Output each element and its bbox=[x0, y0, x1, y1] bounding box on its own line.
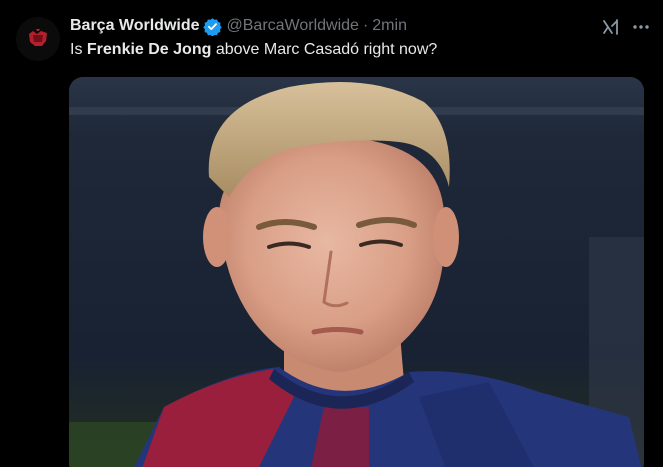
tweet-meta: @BarcaWorldwide · 2min bbox=[227, 17, 407, 35]
grok-icon bbox=[603, 19, 618, 35]
barca-logo-icon bbox=[16, 17, 60, 61]
more-dots-icon bbox=[633, 25, 649, 29]
tweet-header: Barça Worldwide @BarcaWorldwide · 2min bbox=[70, 15, 407, 37]
display-name[interactable]: Barça Worldwide bbox=[70, 17, 200, 35]
tweet-media-image[interactable] bbox=[69, 77, 644, 467]
tweet-text-suffix: above Marc Casadó right now? bbox=[211, 41, 438, 58]
tweet-text: Is Frenkie De Jong above Marc Casadó rig… bbox=[70, 41, 437, 59]
player-photo bbox=[69, 77, 644, 467]
handle[interactable]: @BarcaWorldwide bbox=[227, 17, 359, 34]
tweet-card[interactable]: Barça Worldwide @BarcaWorldwide · 2min Is … bbox=[0, 0, 663, 467]
separator: · bbox=[362, 17, 369, 34]
timestamp[interactable]: 2min bbox=[372, 17, 407, 34]
avatar[interactable] bbox=[16, 17, 60, 61]
grok-button[interactable] bbox=[601, 17, 621, 37]
tweet-text-prefix: Is bbox=[70, 41, 87, 58]
verified-badge-icon bbox=[202, 17, 222, 36]
more-button[interactable] bbox=[630, 17, 652, 37]
tweet-text-bold: Frenkie De Jong bbox=[86, 41, 212, 58]
